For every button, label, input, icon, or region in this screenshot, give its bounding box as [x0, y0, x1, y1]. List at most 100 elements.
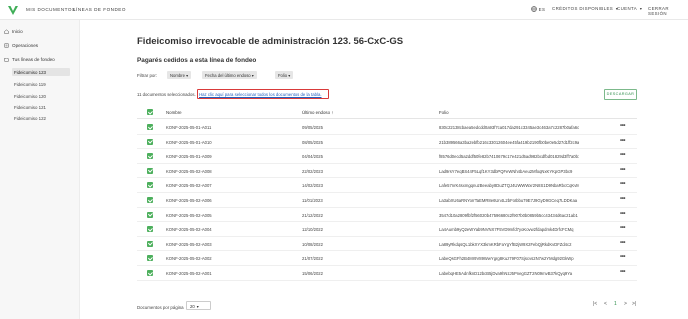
sidebar-subitem-fideicomiso-122[interactable]: Fideicomiso 122 [14, 116, 46, 121]
row-actions-icon[interactable]: ••• [620, 269, 626, 275]
row-actions-icon[interactable]: ••• [620, 225, 626, 231]
table-row[interactable]: KONF-2025-05-02-A001 15/06/2022 LabebqHE5A… [137, 266, 637, 281]
row-actions-icon[interactable]: ••• [620, 152, 626, 158]
cell-folio: LabebqHE5AdnfknD12bcB5jDva9hNzJ5PnegGZT2… [439, 271, 573, 276]
cell-name: KONF-2025-05-02-A005 [166, 212, 212, 218]
page-title: Fideicomiso irrevocable de administració… [137, 36, 404, 47]
globe-icon [531, 6, 537, 12]
cell-last-endorsement: 21/12/2022 [302, 212, 323, 218]
current-page-number[interactable]: 1 [614, 301, 617, 307]
sidebar-subitem-fideicomiso-119[interactable]: Fideicomiso 119 [14, 82, 46, 87]
per-page-label: Documentos por página [137, 305, 184, 310]
row-checkbox[interactable] [147, 182, 153, 189]
select-all-checkbox[interactable] [147, 109, 153, 115]
selection-count: 11 documentos seleccionados. [137, 92, 196, 97]
last-page-icon[interactable]: >| [632, 301, 636, 307]
sidebar-item-home[interactable]: Inicio [4, 29, 23, 34]
download-button[interactable]: DESCARGAR [604, 89, 637, 100]
cell-folio: LabeQsGFh2B4Mr9V89WwYgrg8Kuz79F07Sjscvs2… [439, 256, 574, 262]
home-icon [4, 29, 9, 34]
row-checkbox[interactable] [147, 240, 153, 247]
table-row[interactable]: KONF-2025-05-02-A008 22/02/2023 Lad9rsY7eq… [137, 164, 637, 179]
row-checkbox[interactable] [147, 270, 153, 276]
cell-folio: Lafe57nrK4sxmgqnuzBeeaby8DuZTQJ4UWWWxr2N… [439, 183, 579, 189]
sidebar-subitem-fideicomiso-120[interactable]: Fideicomiso 120 [14, 94, 46, 99]
next-page-icon[interactable]: > [624, 301, 627, 307]
table-row[interactable]: KONF-2025-05-02-A004 12/10/2022 La4Aumb9yQ… [137, 222, 637, 237]
cell-last-endorsement: 04/04/2025 [302, 154, 323, 160]
main-content: Fideicomiso irrevocable de administració… [80, 20, 688, 319]
row-actions-icon[interactable]: ••• [620, 138, 626, 144]
table-row[interactable]: KONF-2025-05-02-A005 21/12/2022 3547d10a28… [137, 208, 637, 223]
sidebar-item-operations[interactable]: Operaciones [4, 43, 38, 48]
account-menu[interactable]: CUENTA ▼ [617, 6, 643, 11]
row-actions-icon[interactable]: ••• [620, 254, 626, 260]
row-actions-icon[interactable]: ••• [620, 181, 626, 187]
table-row[interactable]: KONF-2025-05-02-A003 10/08/2022 La89yRkdqs… [137, 237, 637, 252]
sidebar-item-label: Operaciones [12, 43, 39, 48]
sidebar-subitem-fideicomiso-123[interactable]: Fideicomiso 123 [12, 68, 70, 76]
column-header-last-endorsement[interactable]: Último endoso ↑ [302, 110, 334, 115]
table-row[interactable]: KONF-2025-05-01-A009 04/04/2025 f8576d0ecd… [137, 149, 637, 164]
chevron-down-icon: ▾ [251, 72, 254, 78]
row-checkbox[interactable] [147, 138, 153, 145]
previous-page-icon[interactable]: < [604, 301, 607, 307]
account-label: CUENTA [617, 6, 638, 11]
credits-menu[interactable]: CRÉDITOS DISPONIBLES ▼ [552, 6, 619, 11]
filter-name-button[interactable]: Nombre ▾ [167, 71, 192, 79]
per-page-select[interactable]: 20 ▼ [186, 301, 211, 310]
filter-date-button[interactable]: Fecha del último endoso ▾ [202, 71, 257, 79]
row-checkbox[interactable] [147, 124, 153, 130]
cell-name: KONF-2025-05-02-A002 [166, 256, 212, 262]
sidebar-item-label: Tus líneas de fondeo [12, 57, 55, 62]
first-page-icon[interactable]: |< [593, 301, 597, 307]
cell-last-endorsement: 08/05/2025 [302, 139, 323, 145]
row-actions-icon[interactable]: ••• [620, 240, 626, 246]
table-row[interactable]: KONF-2025-05-02-A006 11/01/2023 La3abXU6aR… [137, 193, 637, 208]
filter-folio-button[interactable]: Folio ▾ [275, 71, 294, 79]
language-selector[interactable]: ES [531, 6, 545, 12]
column-header-name[interactable]: Nombre [166, 110, 182, 115]
table-row[interactable]: KONF-2025-05-01-A011 09/05/2025 830c22138c… [137, 120, 637, 135]
row-actions-icon[interactable]: ••• [620, 167, 626, 173]
sidebar-subitem-fideicomiso-121[interactable]: Fideicomiso 121 [14, 105, 46, 110]
filter-folio-label: Folio [278, 72, 288, 78]
sidebar: Inicio Operaciones Tus líneas de fondeo … [0, 20, 80, 319]
per-page-value: 20 [190, 304, 195, 309]
nav-funding-lines[interactable]: LÍNEAS DE FONDEO [73, 7, 126, 12]
cell-name: KONF-2025-05-02-A007 [166, 183, 212, 189]
cell-last-endorsement: 15/06/2022 [302, 271, 323, 276]
table-row[interactable]: KONF-2025-05-02-A002 21/07/2022 LabeQsGFh2… [137, 251, 637, 266]
cell-last-endorsement: 22/02/2023 [302, 168, 323, 174]
cell-last-endorsement: 09/05/2025 [302, 125, 323, 130]
top-bar: MIS DOCUMENTOS LÍNEAS DE FONDEO ES CRÉDI… [0, 0, 688, 20]
row-checkbox[interactable] [147, 255, 153, 262]
select-all-link[interactable]: Haz clic aquí para seleccionar todos los… [199, 92, 322, 97]
cell-folio: f8576d0ecd5a2ddf50fe82b7410679c17e421d5a… [439, 154, 579, 160]
cell-name: KONF-2025-05-02-A004 [166, 227, 212, 233]
nav-my-documents[interactable]: MIS DOCUMENTOS [26, 7, 76, 12]
row-checkbox[interactable] [147, 226, 153, 233]
folder-icon [4, 58, 9, 62]
logo-icon[interactable] [6, 3, 20, 17]
cell-name: KONF-2025-05-02-A006 [166, 198, 212, 203]
table-row[interactable]: KONF-2025-05-02-A007 14/02/2023 Lafe57nrK4… [137, 178, 637, 193]
row-checkbox[interactable] [147, 211, 153, 218]
cell-name: KONF-2025-05-01-A009 [166, 154, 212, 160]
column-header-folio[interactable]: Folio [439, 110, 449, 115]
row-checkbox[interactable] [147, 197, 153, 203]
row-actions-icon[interactable]: ••• [620, 123, 626, 129]
table-row[interactable]: KONF-2025-05-01-A010 08/05/2025 21b389566a… [137, 135, 637, 150]
row-actions-icon[interactable]: ••• [620, 211, 626, 217]
row-actions-icon[interactable]: ••• [620, 196, 626, 202]
sort-arrow-up-icon: ↑ [331, 110, 334, 115]
cell-last-endorsement: 10/08/2022 [302, 241, 323, 247]
cell-folio: 3547d10a2809fbf2f56020b47596680c2f907b0b… [439, 212, 578, 218]
row-checkbox[interactable] [147, 167, 153, 174]
row-checkbox[interactable] [147, 153, 153, 160]
sidebar-item-funding-lines[interactable]: Tus líneas de fondeo [4, 57, 55, 62]
logout-button[interactable]: CERRAR SESIÓN [648, 6, 688, 16]
cell-folio: 21b389566a3ba2ebfb216c33012604ee45fa419b… [439, 139, 579, 145]
section-subtitle: Pagarés cedidos a esta línea de fondeo [137, 57, 257, 64]
cell-folio: La89yRkdqsQL1bkXYX3kmKRbFaYgYfB2jW9X2Feb… [439, 241, 572, 247]
